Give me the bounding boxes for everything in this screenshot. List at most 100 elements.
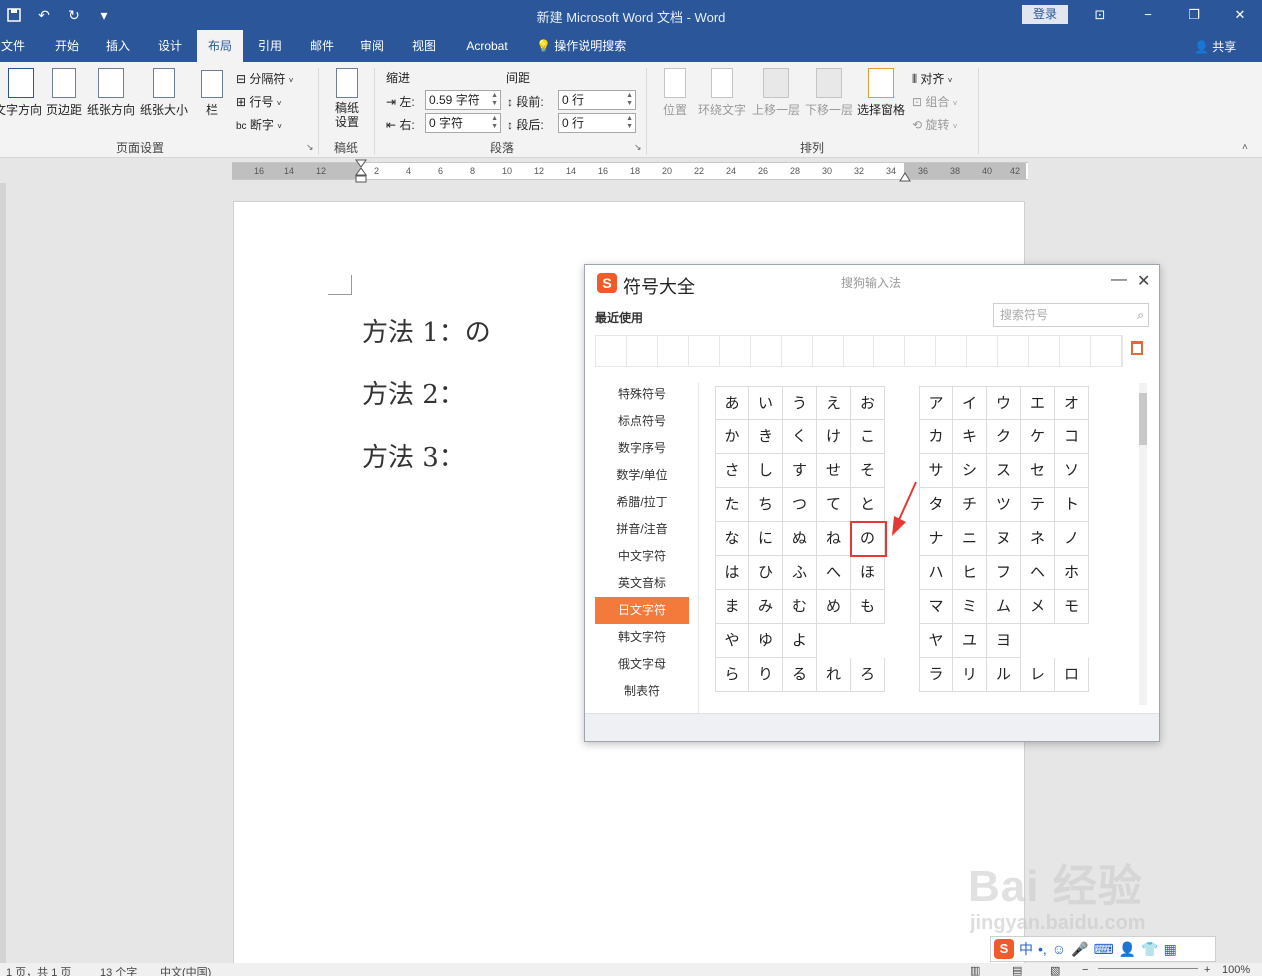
microphone-icon[interactable]: 🎤	[1071, 941, 1088, 958]
symbol-cell[interactable]: ミ	[953, 590, 987, 624]
zoom-level[interactable]: 100%	[1222, 964, 1250, 976]
emoji-icon[interactable]: ☺	[1052, 941, 1066, 957]
symbol-cell[interactable]: あ	[715, 386, 749, 420]
symbol-cell[interactable]: こ	[851, 420, 885, 454]
symbol-cell[interactable]: め	[817, 590, 851, 624]
align-button[interactable]: ⫴ 对齐 ˅	[912, 70, 952, 87]
symbol-cell[interactable]: ほ	[851, 556, 885, 590]
symbol-cell[interactable]: ヒ	[953, 556, 987, 590]
text-direction-button[interactable]: 文字方向	[0, 68, 42, 118]
page-setup-launcher-icon[interactable]: ↘	[306, 142, 314, 153]
symbol-cell[interactable]: ヘ	[1021, 556, 1055, 590]
page-count[interactable]: 1 页，共 1 页	[6, 964, 71, 976]
symbol-cell[interactable]: さ	[715, 454, 749, 488]
user-icon[interactable]: 👤	[1119, 941, 1136, 958]
symbol-cell[interactable]: ち	[749, 488, 783, 522]
recent-symbol-cell[interactable]	[782, 336, 813, 366]
symbol-cell[interactable]: へ	[817, 556, 851, 590]
symbol-cell[interactable]: ホ	[1055, 556, 1089, 590]
spin-arrows-icon[interactable]: ▲ ▼	[626, 92, 633, 108]
symbol-cell[interactable]: よ	[783, 624, 817, 658]
doc-line-2[interactable]: 方法 2：	[362, 374, 465, 411]
keyboard-icon[interactable]: ⌨	[1094, 941, 1114, 958]
ime-mode-toggle[interactable]: 中	[1019, 939, 1033, 959]
symbol-cell[interactable]: シ	[953, 454, 987, 488]
recent-symbol-cell[interactable]	[658, 336, 689, 366]
close-icon[interactable]: ✕	[1228, 5, 1252, 25]
symbol-cell[interactable]: ニ	[953, 522, 987, 556]
symbol-cell[interactable]: や	[715, 624, 749, 658]
symbol-cell[interactable]: ソ	[1055, 454, 1089, 488]
doc-line-1[interactable]: 方法 1：の	[362, 312, 491, 349]
sogou-ime-logo-icon[interactable]: S	[994, 939, 1014, 959]
symbol-cell[interactable]: れ	[817, 658, 851, 692]
symbol-cell[interactable]: メ	[1021, 590, 1055, 624]
symbol-cell[interactable]: お	[851, 386, 885, 420]
web-layout-icon[interactable]: ▧	[1050, 964, 1060, 976]
recent-symbol-cell[interactable]	[1091, 336, 1122, 366]
category-item[interactable]: 俄文字母	[595, 651, 689, 678]
symbol-cell[interactable]: も	[851, 590, 885, 624]
tab-insert[interactable]: 插入	[98, 30, 138, 62]
indent-left-input[interactable]: 0.59 字符 ▲ ▼	[425, 90, 501, 110]
symbol-cell[interactable]: ね	[817, 522, 851, 556]
symbol-cell[interactable]: ふ	[783, 556, 817, 590]
symbol-cell[interactable]: マ	[919, 590, 953, 624]
symbol-cell[interactable]: レ	[1021, 658, 1055, 692]
wrap-text-button[interactable]: 环绕文字	[694, 68, 750, 118]
symbol-cell[interactable]: キ	[953, 420, 987, 454]
symbol-cell[interactable]: ラ	[919, 658, 953, 692]
symbol-cell[interactable]: そ	[851, 454, 885, 488]
maximize-icon[interactable]: ❐	[1182, 5, 1206, 25]
category-item[interactable]: 希腊/拉丁	[595, 489, 689, 516]
language-indicator[interactable]: 中文(中国)	[160, 964, 211, 976]
symbol-cell[interactable]: ネ	[1021, 522, 1055, 556]
login-button[interactable]: 登录	[1022, 5, 1068, 24]
tab-acrobat[interactable]: Acrobat	[456, 30, 518, 62]
category-item[interactable]: 英文音标	[595, 570, 689, 597]
symbol-scrollbar[interactable]	[1139, 383, 1147, 705]
symbol-cell[interactable]: ト	[1055, 488, 1089, 522]
symbol-cell[interactable]: モ	[1055, 590, 1089, 624]
tab-view[interactable]: 视图	[404, 30, 444, 62]
read-mode-icon[interactable]: ▥	[970, 964, 980, 976]
symbol-cell[interactable]: オ	[1055, 386, 1089, 420]
draft-settings-button[interactable]: 稿纸 设置	[326, 68, 368, 129]
category-item[interactable]: 中文字符	[595, 543, 689, 570]
indent-right-input[interactable]: 0 字符 ▲ ▼	[425, 113, 501, 133]
symbol-cell[interactable]: ひ	[749, 556, 783, 590]
symbol-cell[interactable]: ゆ	[749, 624, 783, 658]
symbol-cell[interactable]: し	[749, 454, 783, 488]
symbol-cell[interactable]: カ	[919, 420, 953, 454]
symbol-cell[interactable]: ヨ	[987, 624, 1021, 658]
symbol-cell[interactable]: ロ	[1055, 658, 1089, 692]
symbol-cell[interactable]: か	[715, 420, 749, 454]
size-button[interactable]: 纸张大小	[138, 68, 190, 118]
spacing-before-input[interactable]: 0 行 ▲ ▼	[558, 90, 636, 110]
doc-line-3[interactable]: 方法 3：	[362, 437, 465, 474]
symbol-cell[interactable]: ス	[987, 454, 1021, 488]
share-button[interactable]: 👤 共享	[1194, 38, 1236, 55]
symbol-cell[interactable]: い	[749, 386, 783, 420]
recent-symbol-cell[interactable]	[905, 336, 937, 366]
symbol-cell[interactable]: な	[715, 522, 749, 556]
symbol-cell[interactable]: ヤ	[919, 624, 953, 658]
zoom-out-icon[interactable]: −	[1082, 964, 1088, 976]
symbol-cell[interactable]: サ	[919, 454, 953, 488]
symbol-cell[interactable]: り	[749, 658, 783, 692]
recent-symbol-cell[interactable]	[1060, 336, 1091, 366]
columns-button[interactable]: 栏	[198, 70, 226, 118]
symbol-cell[interactable]: え	[817, 386, 851, 420]
minimize-icon[interactable]: —	[1111, 271, 1127, 289]
category-item[interactable]: 数字序号	[595, 435, 689, 462]
symbol-cell[interactable]: た	[715, 488, 749, 522]
symbol-cell[interactable]: す	[783, 454, 817, 488]
recent-symbol-cell[interactable]	[813, 336, 844, 366]
symbol-cell[interactable]: と	[851, 488, 885, 522]
symbol-cell[interactable]: ま	[715, 590, 749, 624]
trash-icon[interactable]	[1131, 341, 1143, 355]
symbol-cell[interactable]: む	[783, 590, 817, 624]
symbol-cell[interactable]: う	[783, 386, 817, 420]
category-item[interactable]: 日文字符	[595, 597, 689, 624]
symbol-cell[interactable]: み	[749, 590, 783, 624]
